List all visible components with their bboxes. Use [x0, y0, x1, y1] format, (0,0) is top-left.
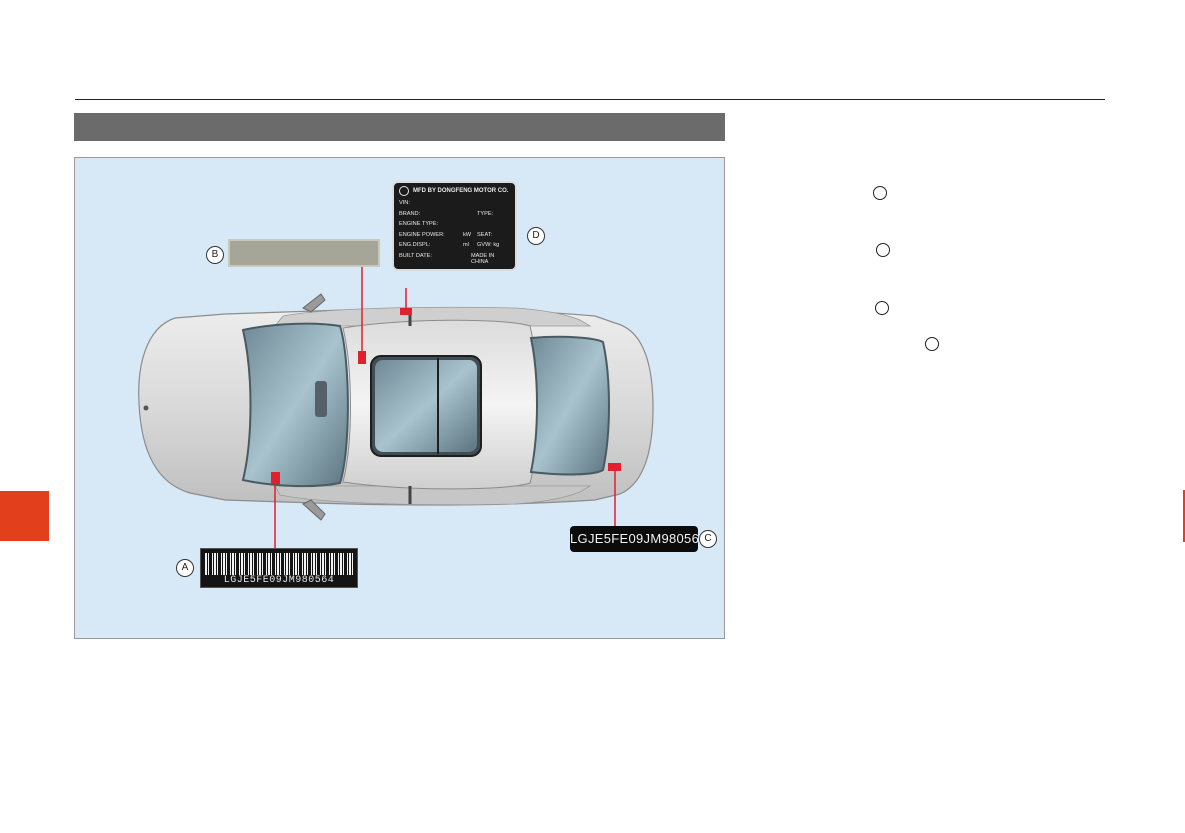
car-body	[138, 293, 654, 521]
reference-circle-c	[875, 301, 889, 315]
nameplate-row: BUILT DATE: MADE IN CHINA	[399, 252, 495, 265]
reference-circle-b	[876, 243, 890, 257]
nameplate-row: BRAND: TYPE:	[399, 210, 494, 217]
nameplate-header: MFD BY DONGFENG MOTOR CO.	[413, 188, 509, 194]
chapter-tab	[0, 491, 49, 541]
barcode	[205, 553, 353, 575]
header-rule	[75, 99, 1105, 100]
callout-a: A	[176, 559, 194, 577]
nameplate-row: VIN:	[399, 200, 410, 206]
engine-number-plate	[228, 239, 380, 267]
callout-b: B	[206, 246, 224, 264]
section-title-bar	[74, 113, 725, 141]
nameplate-row: ENG.DISPL: ml GVW: kg	[399, 242, 500, 248]
callout-d: D	[527, 227, 545, 245]
vehicle-nameplate: MFD BY DONGFENG MOTOR CO. VIN: BRAND: TYP…	[392, 181, 517, 271]
reference-circle-d	[925, 337, 939, 351]
nameplate-row: ENGINE TYPE:	[399, 221, 439, 227]
vin-windshield-plate: LGJE5FE09JM980564	[570, 526, 706, 552]
callout-c: C	[699, 530, 717, 548]
manufacturer-logo-icon	[399, 186, 409, 196]
nameplate-row: ENGINE POWER: kW SEAT:	[399, 231, 493, 238]
reference-circle-a	[873, 186, 887, 200]
vehicle-identification-figure: MFD BY DONGFENG MOTOR CO. VIN: BRAND: TYP…	[74, 157, 725, 639]
vin-barcode-text: LGJE5FE09JM980564	[223, 575, 335, 586]
vin-barcode-label: LGJE5FE09JM980564	[200, 548, 358, 588]
